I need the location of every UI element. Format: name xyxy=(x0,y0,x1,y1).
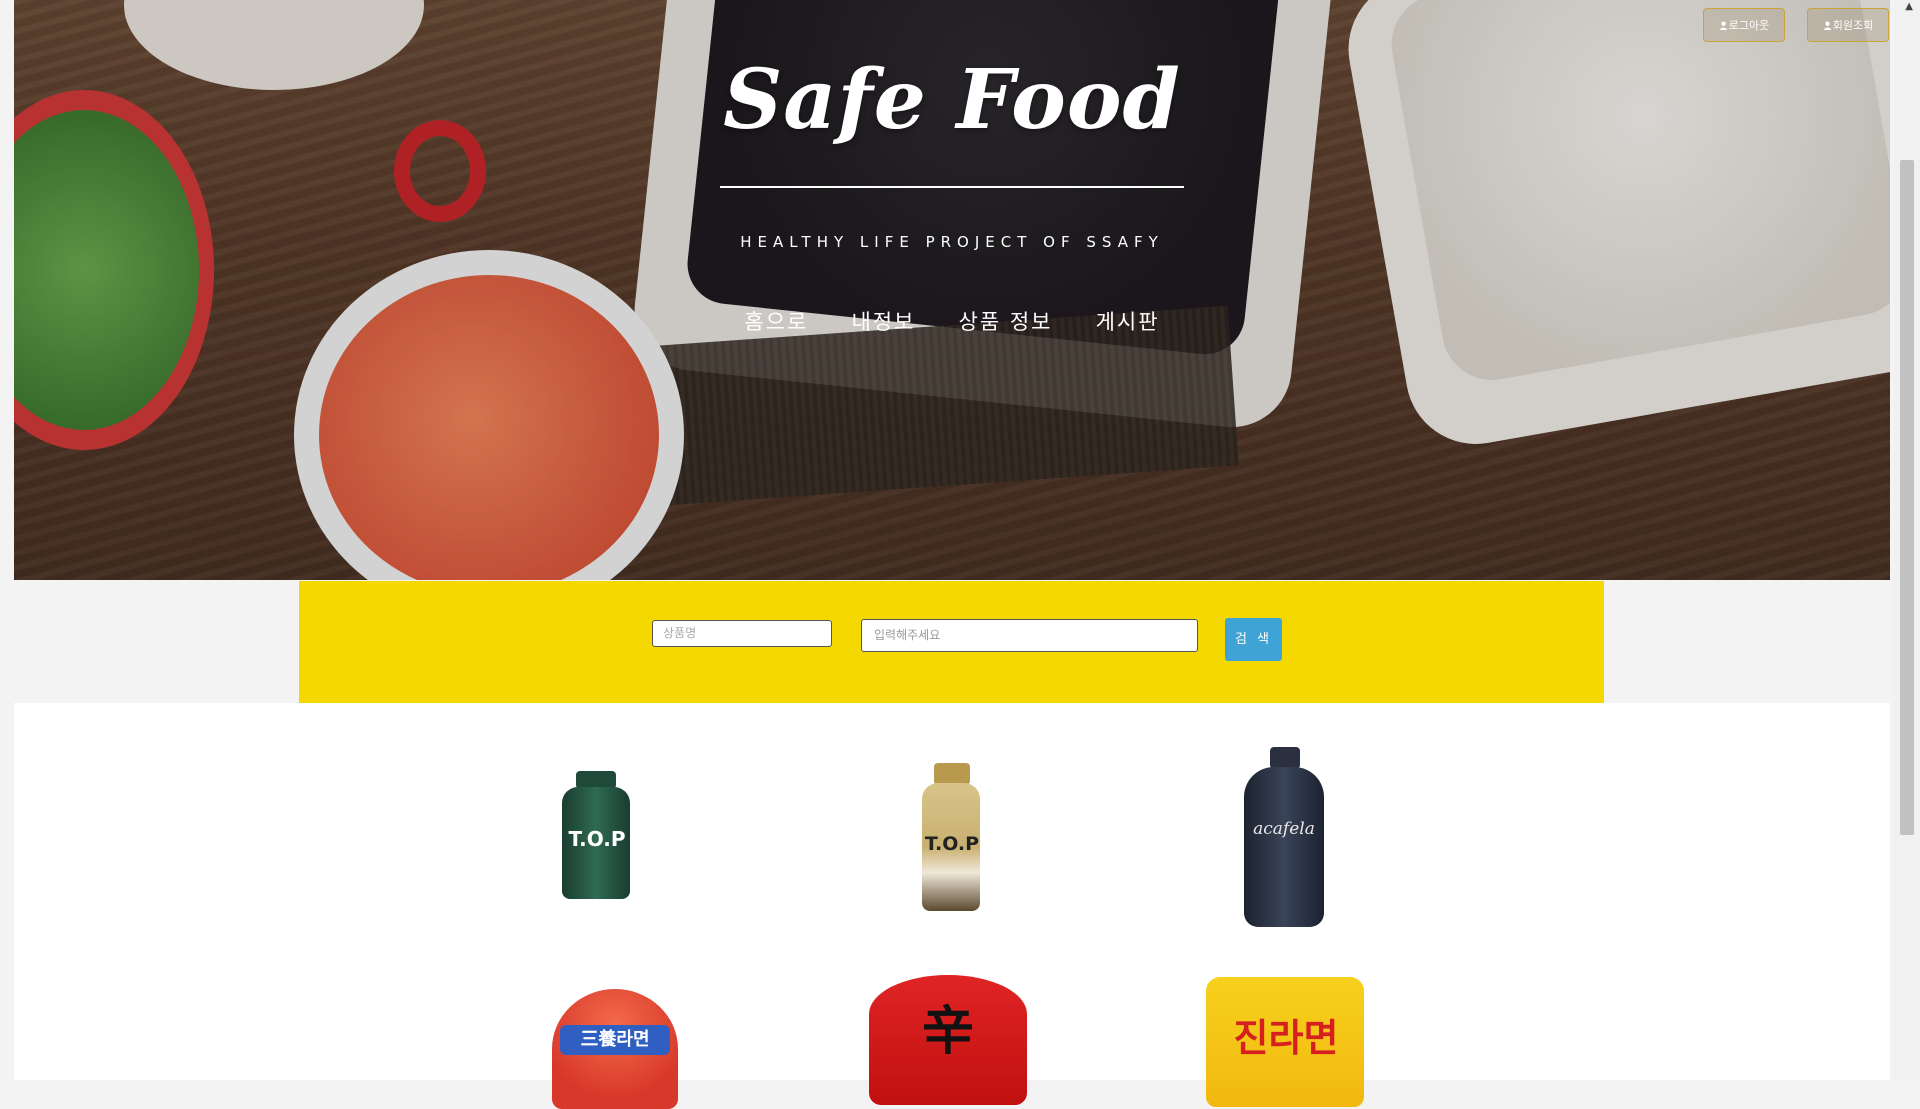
user-icon xyxy=(1719,21,1728,30)
product-item[interactable]: 진라면 xyxy=(1206,977,1366,1107)
nav-home[interactable]: 홈으로 xyxy=(744,306,808,336)
product-item[interactable]: T.O.P xyxy=(922,763,982,913)
nav-product-info[interactable]: 상품 정보 xyxy=(959,306,1053,336)
product-label: 辛 xyxy=(921,1001,974,1062)
product-item[interactable]: acafela xyxy=(1244,747,1326,929)
nav-board[interactable]: 게시판 xyxy=(1096,306,1160,336)
hero-banner: Safe Food HEALTHY LIFE PROJECT OF SSAFY … xyxy=(14,0,1890,580)
search-field-select[interactable]: 상품명 xyxy=(652,620,832,647)
site-title: Safe Food xyxy=(723,52,1181,148)
search-input[interactable]: 입력해주세요 xyxy=(861,619,1198,652)
page-scrollbar[interactable]: ▲ xyxy=(1894,0,1920,1080)
member-list-label: 회원조회 xyxy=(1832,19,1874,32)
product-label: 진라면 xyxy=(1233,1016,1339,1060)
product-item[interactable]: T.O.P xyxy=(562,771,632,901)
product-grid: T.O.P T.O.P acafela 三養라면 辛 진라면 xyxy=(14,703,1890,1109)
product-label: acafela xyxy=(1253,819,1315,839)
product-item[interactable]: 三養라면 xyxy=(552,989,680,1109)
search-button[interactable]: 검 색 xyxy=(1225,618,1282,661)
product-label: T.O.P xyxy=(568,827,626,851)
main-nav: 홈으로 내정보 상품 정보 게시판 xyxy=(14,306,1890,336)
product-label: T.O.P xyxy=(924,833,980,855)
product-item[interactable]: 辛 xyxy=(869,975,1029,1105)
site-subtitle: HEALTHY LIFE PROJECT OF SSAFY xyxy=(740,233,1164,251)
nav-my-info[interactable]: 내정보 xyxy=(851,306,915,336)
member-list-button[interactable]: 회원조회 xyxy=(1807,8,1889,42)
user-icon xyxy=(1823,21,1832,30)
title-divider xyxy=(720,186,1184,188)
scroll-thumb[interactable] xyxy=(1900,160,1914,835)
scroll-up-icon[interactable]: ▲ xyxy=(1905,2,1913,12)
logout-button[interactable]: 로그아웃 xyxy=(1703,8,1785,42)
logout-label: 로그아웃 xyxy=(1728,19,1770,32)
search-bar: 상품명 입력해주세요 검 색 xyxy=(299,581,1604,703)
product-label: 三養라면 xyxy=(560,1025,670,1055)
